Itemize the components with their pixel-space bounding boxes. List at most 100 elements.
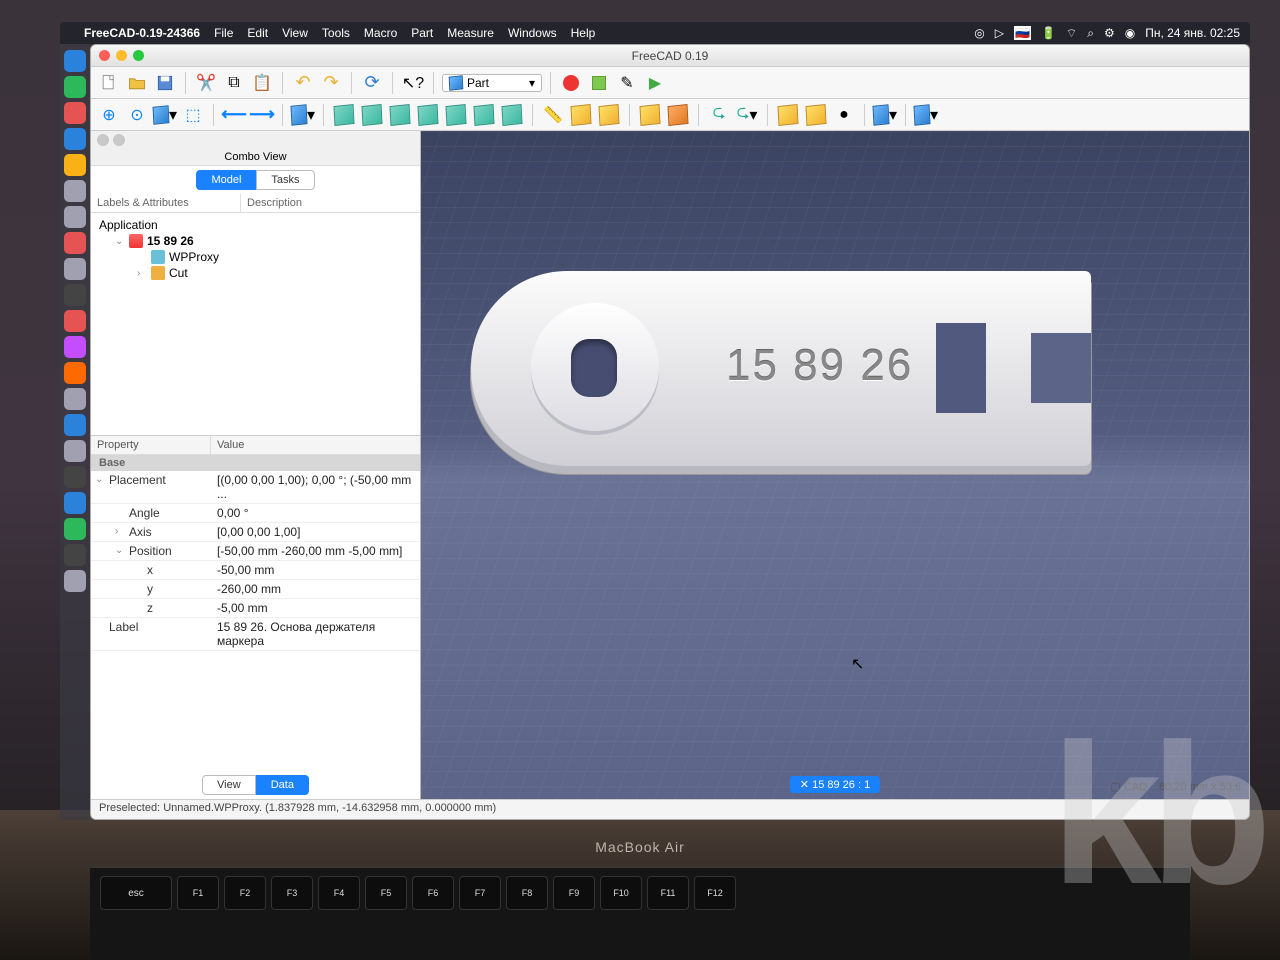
dock-app-18[interactable] — [64, 492, 86, 514]
dock-app-3[interactable] — [64, 102, 86, 124]
property-header-value[interactable]: Value — [211, 436, 250, 454]
tab-data[interactable]: Data — [256, 775, 309, 795]
redo-button[interactable]: ↷ — [319, 71, 343, 95]
property-header-prop[interactable]: Property — [91, 436, 211, 454]
dock-app-17[interactable] — [64, 466, 86, 488]
chevron-down-icon[interactable]: ⌄ — [95, 474, 103, 485]
dock-app-2[interactable] — [64, 76, 86, 98]
refresh-button[interactable]: ⟳ — [360, 71, 384, 95]
menu-measure[interactable]: Measure — [447, 26, 494, 40]
dock-app-13[interactable] — [64, 362, 86, 384]
menu-macro[interactable]: Macro — [364, 26, 397, 40]
menu-file[interactable]: File — [214, 26, 233, 40]
measure-linear-button[interactable]: 📏 — [541, 103, 565, 127]
dock-app-9[interactable] — [64, 258, 86, 280]
flag-icon[interactable]: 🇷🇺 — [1014, 26, 1031, 40]
disclosure-icon[interactable]: ⌄ — [115, 236, 125, 247]
right-view-button[interactable] — [416, 103, 440, 127]
cube-button[interactable] — [776, 103, 800, 127]
play-icon[interactable]: ▷ — [995, 26, 1004, 40]
panel-close-button[interactable] — [97, 134, 109, 146]
tab-view[interactable]: View — [202, 775, 256, 795]
fit-all-button[interactable]: ⊕ — [97, 103, 121, 127]
window-titlebar[interactable]: FreeCAD 0.19 — [91, 45, 1249, 67]
fit-selection-button[interactable]: ⊙ — [125, 103, 149, 127]
menu-part[interactable]: Part — [411, 26, 433, 40]
siri-icon[interactable]: ◉ — [1125, 26, 1135, 40]
tab-model[interactable]: Model — [196, 170, 256, 190]
prop-label[interactable]: Label15 89 26. Основа держателя маркера — [91, 618, 420, 651]
tree-item-wpproxy[interactable]: WPProxy — [95, 249, 416, 265]
viewport-tab[interactable]: ✕ 15 89 26 : 1 — [790, 776, 880, 793]
prop-position[interactable]: ⌄Position[-50,00 mm -260,00 mm -5,00 mm] — [91, 542, 420, 561]
prop-y[interactable]: y-260,00 mm — [91, 580, 420, 599]
tree-application[interactable]: Application — [95, 217, 416, 233]
menu-help[interactable]: Help — [571, 26, 596, 40]
measure-toggle-2-button[interactable] — [597, 103, 621, 127]
compound-button[interactable]: ▾ — [914, 103, 938, 127]
copy-button[interactable]: ⧉ — [222, 71, 246, 95]
dock-app-16[interactable] — [64, 440, 86, 462]
macro-record-button[interactable] — [559, 71, 583, 95]
link-button[interactable]: ▾ — [291, 103, 315, 127]
top-view-button[interactable] — [388, 103, 412, 127]
wifi-icon[interactable]: ⌔ — [1066, 26, 1077, 41]
whatsthis-button[interactable]: ↖? — [401, 71, 425, 95]
dock-app-appstore[interactable] — [64, 414, 86, 436]
undo-button[interactable]: ↶ — [291, 71, 315, 95]
bounding-box-button[interactable]: ⬚ — [181, 103, 205, 127]
tree-document[interactable]: ⌄ 15 89 26 — [95, 233, 416, 249]
window-minimize-button[interactable] — [116, 50, 127, 61]
link-actions-button[interactable]: ⮎▾ — [735, 103, 759, 127]
workbench-selector[interactable]: Part ▾ — [442, 74, 542, 92]
nav-style-label[interactable]: ▢ CAD — [1110, 780, 1147, 793]
part-create-button[interactable] — [638, 103, 662, 127]
cylinder-button[interactable] — [804, 103, 828, 127]
disclosure-icon[interactable]: › — [137, 268, 147, 279]
nav-forward-button[interactable]: ⟶ — [250, 103, 274, 127]
panel-float-button[interactable] — [113, 134, 125, 146]
dock-app-14[interactable] — [64, 388, 86, 410]
menu-windows[interactable]: Windows — [508, 26, 557, 40]
dock-app-calendar[interactable] — [64, 232, 86, 254]
tree-header-labels[interactable]: Labels & Attributes — [91, 194, 241, 212]
dock-app-finder[interactable] — [64, 50, 86, 72]
dock-app-music[interactable] — [64, 310, 86, 332]
prop-placement[interactable]: ⌄Placement [(0,00 0,00 1,00); 0,00 °; (-… — [91, 471, 420, 504]
isometric-button[interactable] — [332, 103, 356, 127]
menu-edit[interactable]: Edit — [247, 26, 268, 40]
dock-app-7[interactable] — [64, 206, 86, 228]
group-button[interactable] — [666, 103, 690, 127]
bottom-view-button[interactable] — [472, 103, 496, 127]
prop-z[interactable]: z-5,00 mm — [91, 599, 420, 618]
sphere-button[interactable]: ● — [832, 103, 856, 127]
measure-toggle-button[interactable] — [569, 103, 593, 127]
dock-app-freecad[interactable] — [64, 544, 86, 566]
window-zoom-button[interactable] — [133, 50, 144, 61]
cut-button[interactable]: ✂️ — [194, 71, 218, 95]
draw-style-button[interactable]: ▾ — [153, 103, 177, 127]
control-center-icon[interactable]: ⚙ — [1104, 26, 1115, 40]
dock-app-10[interactable] — [64, 284, 86, 306]
tab-tasks[interactable]: Tasks — [256, 170, 314, 190]
dock-app-5[interactable] — [64, 154, 86, 176]
window-close-button[interactable] — [99, 50, 110, 61]
front-view-button[interactable] — [360, 103, 384, 127]
macro-edit-button[interactable]: ✎ — [615, 71, 639, 95]
chevron-right-icon[interactable]: › — [115, 526, 118, 537]
battery-icon[interactable]: 🔋 — [1041, 26, 1056, 40]
paste-button[interactable]: 📋 — [250, 71, 274, 95]
3d-viewport[interactable]: 15 89 26 ↖ ✕ 15 89 26 : 1 ▢ CAD 80,20 mm… — [421, 131, 1249, 799]
menubar-clock[interactable]: Пн, 24 янв. 02:25 — [1145, 26, 1240, 40]
rear-view-button[interactable] — [444, 103, 468, 127]
macro-stop-button[interactable] — [587, 71, 611, 95]
nav-back-button[interactable]: ⟵ — [222, 103, 246, 127]
tree-header-description[interactable]: Description — [241, 194, 308, 212]
dock-app-12[interactable] — [64, 336, 86, 358]
chevron-down-icon[interactable]: ⌄ — [115, 545, 123, 556]
tree-item-cut[interactable]: › Cut — [95, 265, 416, 281]
prop-axis[interactable]: ›Axis[0,00 0,00 1,00] — [91, 523, 420, 542]
boolean-button[interactable]: ▾ — [873, 103, 897, 127]
prop-angle[interactable]: Angle0,00 ° — [91, 504, 420, 523]
dock-app-19[interactable] — [64, 518, 86, 540]
